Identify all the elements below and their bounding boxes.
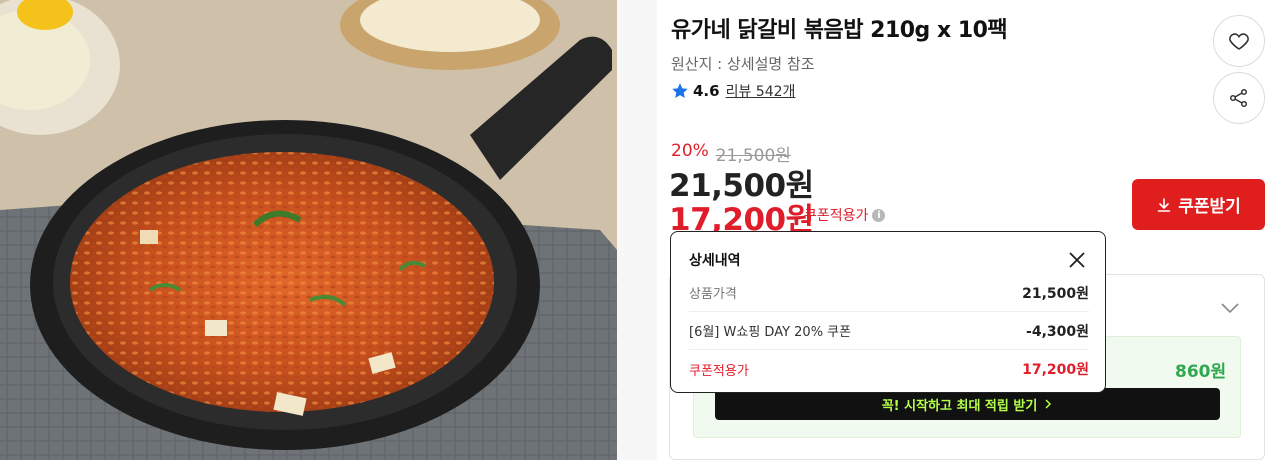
share-button[interactable] [1213, 72, 1265, 124]
coupon-label-text: 쿠폰적용가 [804, 208, 869, 224]
get-coupon-button[interactable]: 쿠폰받기 [1132, 179, 1265, 230]
chevron-right-icon [1045, 399, 1052, 409]
wishlist-button[interactable] [1213, 15, 1265, 67]
review-link[interactable]: 리뷰 542개 [726, 81, 796, 101]
download-icon [1157, 197, 1171, 212]
row-label: 상품가격 [689, 287, 737, 302]
popup-row-coupon: [6월] W쇼핑 DAY 20% 쿠폰 -4,300원 [689, 312, 1089, 350]
popup-row-product-price: 상품가격 21,500원 [689, 274, 1089, 312]
star-icon [672, 83, 688, 99]
row-amount: 17,200원 [1022, 362, 1089, 378]
row-label: 쿠폰적용가 [689, 363, 749, 379]
product-origin: 원산지 : 상세설명 참조 [671, 55, 815, 73]
heart-icon [1229, 33, 1249, 50]
info-icon[interactable]: i [872, 208, 886, 222]
popup-row-final-price: 쿠폰적용가 17,200원 [689, 350, 1089, 388]
price-detail-popup: 상세내역 상품가격 21,500원 [6월] W쇼핑 DAY 20% 쿠폰 -4… [670, 231, 1106, 393]
coupon-price-label: 쿠폰적용가 i [804, 205, 886, 225]
image-gutter [617, 0, 657, 460]
row-amount: -4,300원 [1026, 323, 1089, 340]
popup-title: 상세내역 [689, 253, 741, 269]
row-amount: 21,500원 [1022, 285, 1089, 302]
chevron-down-icon[interactable] [1219, 297, 1241, 319]
point-amount: 860원 [1175, 362, 1227, 382]
row-label: [6월] W쇼핑 DAY 20% 쿠폰 [689, 325, 852, 340]
product-title: 유가네 닭갈비 볶음밥 210g x 10팩 [671, 18, 1008, 43]
rating-score: 4.6 [693, 82, 720, 100]
product-rating: 4.6 리뷰 542개 [671, 81, 795, 101]
get-coupon-label: 쿠폰받기 [1178, 197, 1241, 217]
product-image [0, 0, 617, 460]
close-icon[interactable] [1067, 250, 1087, 270]
share-icon [1229, 88, 1248, 108]
point-signup-label: 꼭! 시작하고 최대 적립 받기 [881, 398, 1038, 414]
